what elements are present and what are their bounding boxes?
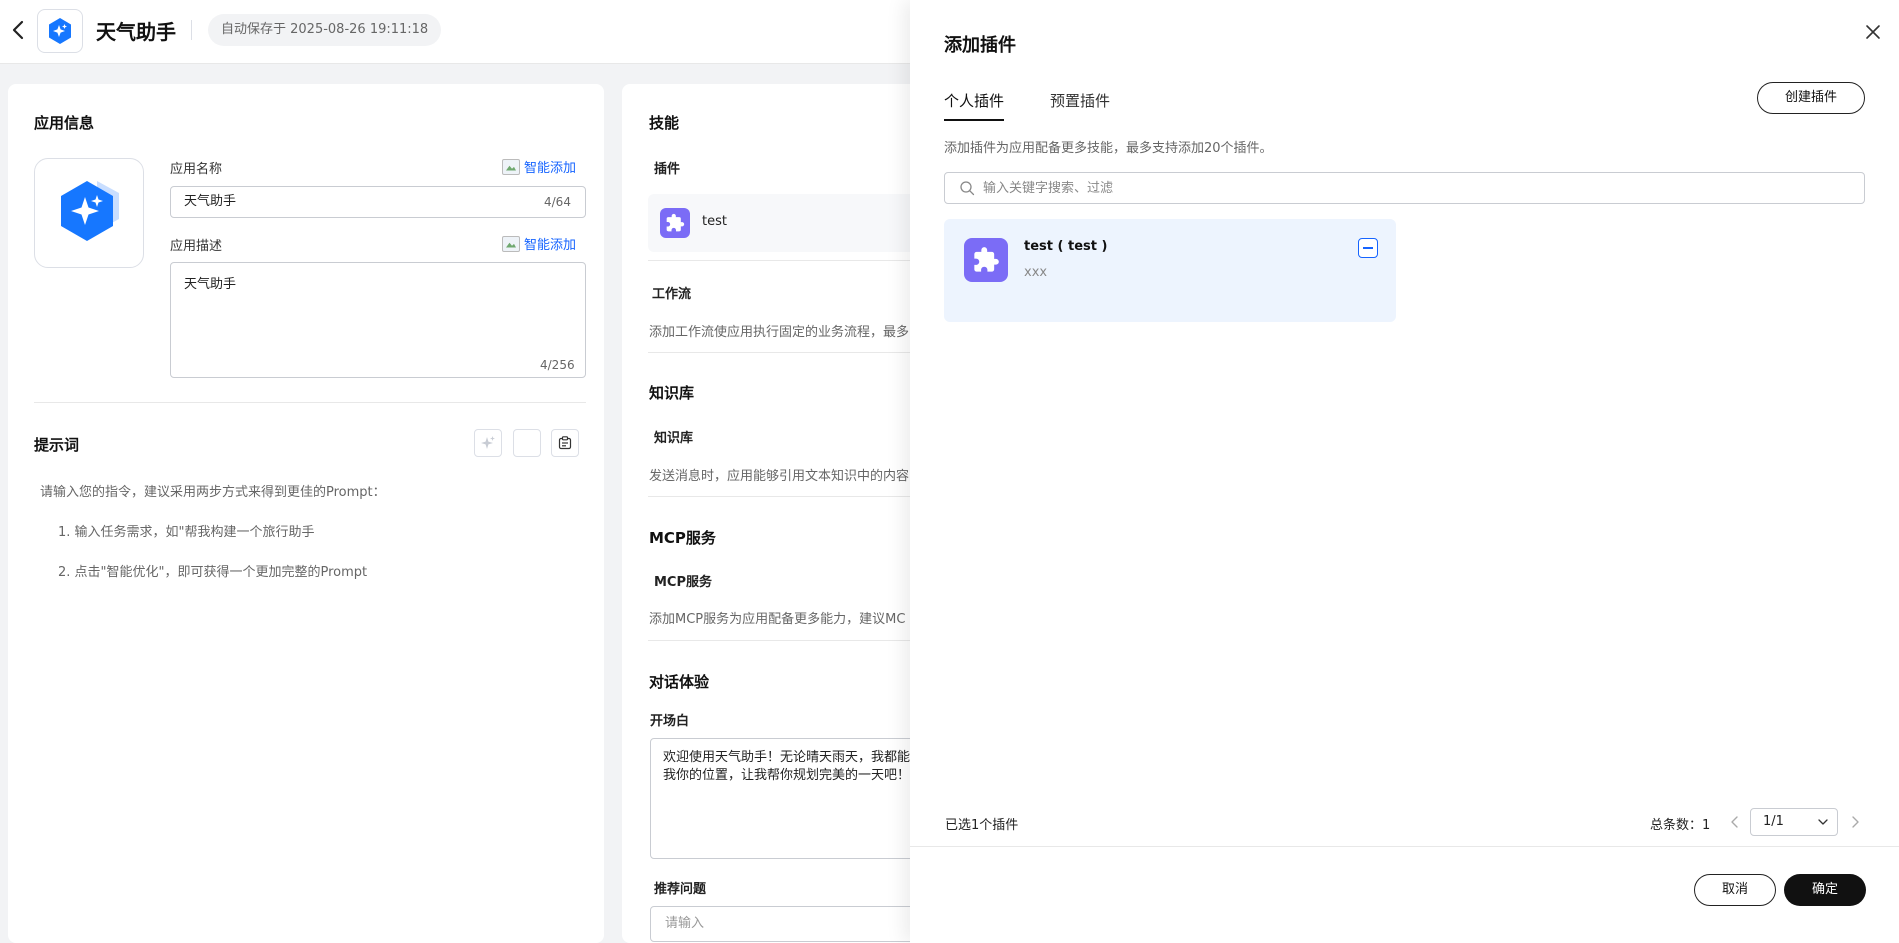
app-desc-label: 应用描述 [170,239,223,254]
chevron-right-icon[interactable] [1846,812,1864,832]
workflow-label: 工作流 [652,287,692,302]
plugin-card-name: test ( test ) [1024,239,1108,254]
drawer-title: 添加插件 [944,35,1016,56]
plugin-search-input[interactable] [983,173,1853,203]
chevron-down-icon [1818,819,1828,825]
chat-section-title: 对话体验 [649,673,710,691]
kb-desc: 发送消息时，应用能够引用文本知识中的内容 [649,469,910,484]
search-icon [960,181,975,196]
suggest-label: 推荐问题 [654,882,707,897]
app-name-label: 应用名称 [170,162,223,177]
plugin-item-name: test [702,214,727,229]
app-title: 天气助手 [96,20,176,44]
prompt-step-1: 1. 输入任务需求，如"帮我构建一个旅行助手 [58,525,315,540]
autosave-status: 自动保存于 2025-08-26 19:11:18 [208,14,442,46]
tab-preset-plugins[interactable]: 预置插件 [1050,90,1110,119]
footer-divider [910,846,1899,847]
tab-personal-plugins[interactable]: 个人插件 [944,90,1005,121]
sparkle-hexagon-icon [61,181,119,241]
add-plugin-drawer: 添加插件 个人插件 预置插件 创建插件 添加插件为应用配备更多技能，最多支持添加… [910,0,1899,943]
workflow-desc: 添加工作流使应用执行固定的业务流程，最多 [649,325,910,340]
smart-add-label: 智能添加 [524,161,577,176]
plugin-card-test[interactable]: test ( test ) xxx [944,219,1396,322]
create-plugin-button[interactable]: 创建插件 [1757,82,1865,114]
total-count-label: 总条数： [1650,818,1703,833]
skills-title: 技能 [649,114,680,132]
app-logo [37,9,83,53]
puzzle-icon [964,238,1008,282]
page-select-value: 1/1 [1763,814,1784,829]
opening-text: 欢迎使用天气助手！无论晴天雨天，我都能 我你的位置，让我帮你规划完美的一天吧！ [663,750,911,783]
app-info-title: 应用信息 [34,114,95,132]
plugin-label: 插件 [654,162,681,177]
prompt-blank-button[interactable] [513,429,541,457]
clipboard-icon [558,436,572,450]
opening-label: 开场白 [650,714,690,729]
sparkle-icon [481,436,495,449]
plugin-search-box[interactable] [944,172,1865,204]
kb-section-title: 知识库 [649,384,695,402]
page-select[interactable]: 1/1 [1750,808,1838,836]
app-avatar-upload[interactable] [34,158,144,268]
prompt-step-2: 2. 点击"智能优化"，即可获得一个更加完整的Prompt [58,565,368,580]
cancel-button[interactable]: 取消 [1694,874,1776,906]
app-name-value: 天气助手 [184,194,237,209]
total-count: 总条数：1 [1650,814,1710,833]
puzzle-icon [660,208,690,238]
close-icon[interactable] [1861,20,1885,44]
chevron-left-icon[interactable] [1726,812,1744,832]
total-count-value: 1 [1702,818,1711,833]
prompt-intro: 请输入您的指令，建议采用两步方式来得到更佳的Prompt： [40,485,386,500]
mcp-label: MCP服务 [654,575,713,590]
header-divider [191,20,192,40]
app-desc-counter: 4/256 [540,358,575,372]
app-desc-value: 天气助手 [184,277,237,292]
prompt-title: 提示词 [34,436,80,454]
smart-add-desc-link[interactable]: 智能添加 [502,234,576,253]
broken-image-icon [502,158,520,175]
plugin-select-checkbox[interactable] [1358,238,1378,258]
selected-count: 已选1个插件 [945,818,1019,833]
confirm-button[interactable]: 确定 [1784,874,1866,906]
app-name-counter: 4/64 [544,195,571,209]
mcp-desc: 添加MCP服务为应用配备更多能力，建议MC [649,612,906,627]
app-desc-textarea[interactable]: 天气助手 [170,262,586,378]
back-arrow-icon[interactable] [8,18,28,42]
sparkle-hexagon-icon [49,18,71,44]
mcp-section-title: MCP服务 [649,529,716,547]
ai-optimize-button[interactable] [474,429,502,457]
app-info-panel: 应用信息 应用名称 智能添加 天气助手 4/64 应用描述 智能添加 天气助手 … [8,84,604,943]
smart-add-label: 智能添加 [524,238,577,253]
app-name-input[interactable]: 天气助手 [170,186,586,218]
suggest-placeholder: 请输入 [665,916,705,931]
broken-image-icon [502,235,520,252]
smart-add-name-link[interactable]: 智能添加 [502,157,576,176]
kb-label: 知识库 [654,431,694,446]
section-divider [34,402,586,403]
plugin-card-desc: xxx [1024,265,1048,280]
prompt-template-button[interactable] [551,429,579,457]
drawer-description: 添加插件为应用配备更多技能，最多支持添加20个插件。 [944,141,1273,156]
